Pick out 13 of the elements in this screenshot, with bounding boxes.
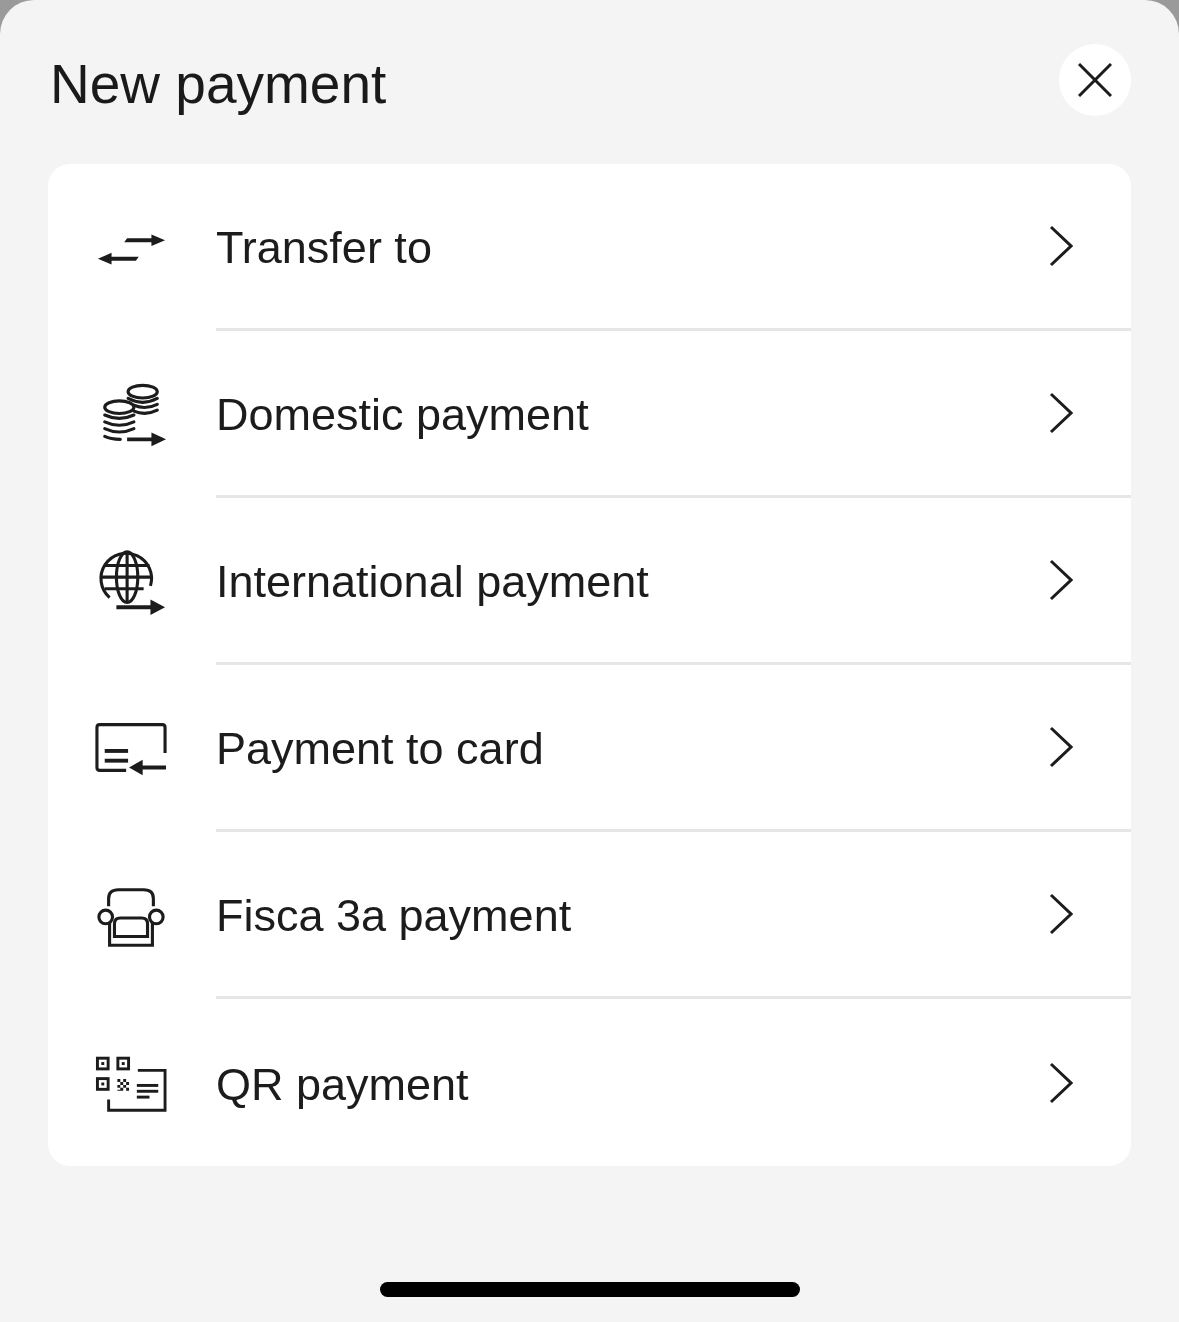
payment-option[interactable]: Domestic payment [48,331,1131,498]
payment-option[interactable]: Payment to card [48,665,1131,832]
payment-option[interactable]: QR payment [48,999,1131,1166]
close-icon [1078,63,1112,97]
chevron-right-icon [1049,1061,1073,1104]
chevron-right-icon [1049,726,1073,768]
chevron-right-icon [1049,392,1073,434]
payment-option[interactable]: International payment [48,498,1131,665]
chevron-right-icon [1049,893,1073,935]
payment-option[interactable]: Fisca 3a payment [48,832,1131,999]
chevron-right-icon [1049,225,1073,267]
chevron-right-icon [1049,559,1073,601]
payment-option[interactable]: Transfer to [48,164,1131,331]
